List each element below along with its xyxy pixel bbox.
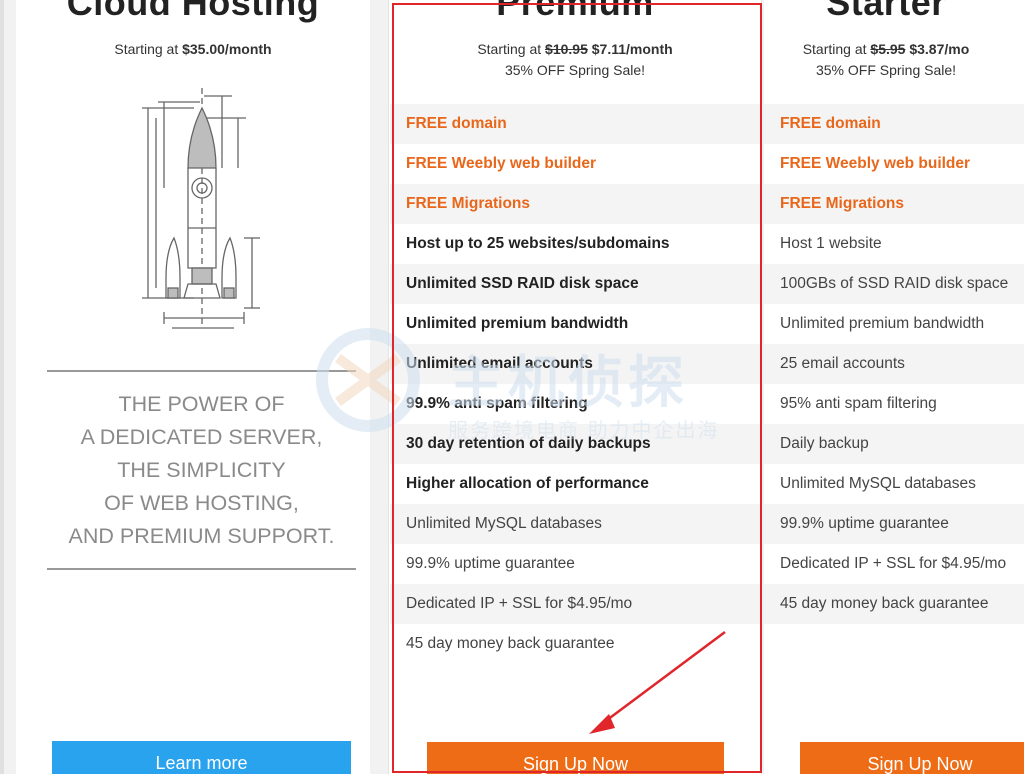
feature-item: 45 day money back guarantee bbox=[764, 584, 1024, 624]
cloud-tagline: THE POWER OF A DEDICATED SERVER, THE SIM… bbox=[47, 388, 356, 553]
feature-item: Unlimited premium bandwidth bbox=[406, 315, 629, 332]
sale-label: 35% OFF Spring Sale! bbox=[815, 62, 957, 78]
feature-item: 45 day money back guarantee bbox=[390, 624, 760, 664]
feature-item: Higher allocation of performance bbox=[406, 475, 649, 492]
feature-item: Unlimited email accounts bbox=[390, 344, 760, 384]
rocket-blueprint-illustration bbox=[142, 88, 260, 329]
sign-up-now-button-starter[interactable]: Sign Up Now bbox=[800, 742, 1024, 774]
price-prefix: Starting at bbox=[802, 41, 871, 57]
feature-list: FREE domain FREE Weebly web builder FREE… bbox=[764, 104, 1024, 624]
tagline-line: OF WEB HOSTING, bbox=[104, 491, 299, 515]
divider-bottom bbox=[47, 568, 356, 570]
tagline-line: AND PREMIUM SUPPORT. bbox=[68, 524, 335, 548]
feature-list: FREE domain FREE Weebly web builder FREE… bbox=[390, 104, 760, 664]
current-price: $7.11/month bbox=[591, 41, 673, 57]
plan-price: Starting at $10.95 $7.11/month bbox=[389, 41, 761, 57]
plan-title: Starter bbox=[826, 0, 946, 23]
feature-item: FREE Weebly web builder bbox=[406, 155, 597, 172]
old-price: $5.95 bbox=[870, 41, 906, 57]
feature-item: Dedicated IP + SSL for $4.95/mo bbox=[390, 584, 760, 624]
feature-item: 99.9% uptime guarantee bbox=[406, 555, 575, 572]
price-prefix: Starting at bbox=[477, 41, 546, 57]
feature-item: 99.9% uptime guarantee bbox=[764, 504, 1024, 544]
feature-item: FREE Migrations bbox=[390, 184, 760, 224]
feature-item: 25 email accounts bbox=[764, 344, 1024, 384]
tagline-line: A DEDICATED SERVER, bbox=[80, 425, 323, 449]
sign-up-now-button-premium[interactable]: Sign Up Now bbox=[427, 742, 724, 774]
plan-price: Starting at $5.95 $3.87/mo bbox=[736, 41, 1024, 57]
feature-item: Unlimited MySQL databases bbox=[390, 504, 760, 544]
price-prefix: Starting at bbox=[114, 41, 183, 57]
plan-card-cloud-hosting: Cloud Hosting Starting at $35.00/month T… bbox=[16, 0, 370, 774]
learn-more-button[interactable]: Learn more bbox=[52, 741, 351, 774]
feature-item: FREE domain bbox=[390, 104, 760, 144]
feature-item: 99.9% anti spam filtering bbox=[406, 395, 588, 412]
plan-price: Starting at $35.00/month bbox=[16, 41, 370, 57]
feature-item: Unlimited SSD RAID disk space bbox=[390, 264, 760, 304]
feature-item: Host 1 website bbox=[780, 235, 882, 252]
plan-card-premium: Premium Starting at $10.95 $7.11/month 3… bbox=[388, 0, 762, 774]
feature-item: Daily backup bbox=[764, 424, 1024, 464]
current-price: $3.87/mo bbox=[909, 41, 970, 57]
sale-label: 35% OFF Spring Sale! bbox=[504, 62, 646, 78]
feature-item: FREE Weebly web builder bbox=[780, 155, 971, 172]
feature-item: Host up to 25 websites/subdomains bbox=[406, 235, 670, 252]
plan-title: Cloud Hosting bbox=[66, 0, 320, 23]
plan-card-starter: Starter Starting at $5.95 $3.87/mo 35% O… bbox=[764, 0, 1024, 774]
divider-top bbox=[47, 370, 356, 372]
feature-item: Unlimited MySQL databases bbox=[780, 475, 976, 492]
feature-item: FREE Migrations bbox=[764, 184, 1024, 224]
plan-title: Premium bbox=[496, 0, 654, 23]
old-price: $10.95 bbox=[545, 41, 588, 57]
tagline-line: THE POWER OF bbox=[118, 392, 285, 416]
current-price: $35.00/month bbox=[182, 41, 272, 57]
feature-item: Dedicated IP + SSL for $4.95/mo bbox=[780, 555, 1007, 572]
feature-item: 30 day retention of daily backups bbox=[390, 424, 760, 464]
feature-item: Unlimited premium bandwidth bbox=[780, 315, 985, 332]
feature-item: 95% anti spam filtering bbox=[780, 395, 937, 412]
tagline-line: THE SIMPLICITY bbox=[117, 458, 286, 482]
page-left-edge bbox=[0, 0, 4, 774]
feature-item: 100GBs of SSD RAID disk space bbox=[764, 264, 1024, 304]
feature-item: FREE domain bbox=[764, 104, 1024, 144]
